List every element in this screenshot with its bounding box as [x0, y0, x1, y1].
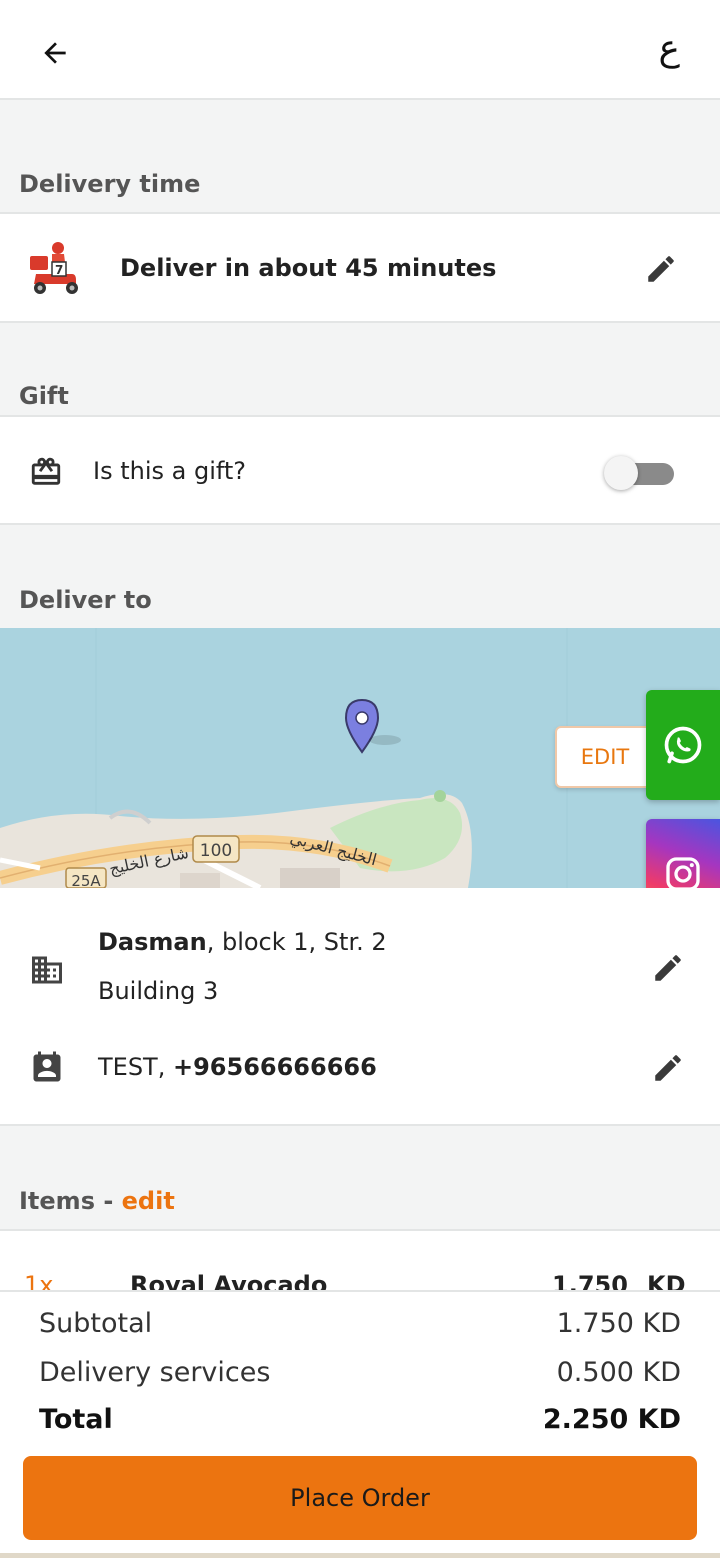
- delivery-fee-row: Delivery services 0.500 KD: [39, 1357, 681, 1388]
- whatsapp-button[interactable]: [646, 690, 720, 800]
- map-road-number-2: 25A: [71, 872, 101, 888]
- section-title-delivery-time: Delivery time: [19, 170, 201, 198]
- total-label: Total: [39, 1404, 113, 1435]
- checkout-screen: ع Delivery time 7 Deliver in about 45 mi…: [0, 0, 720, 1558]
- section-title-items: Items - edit: [19, 1187, 175, 1215]
- subtotal-value: 1.750 KD: [556, 1308, 681, 1339]
- gift-card-icon: [31, 457, 61, 485]
- map-pin-icon: [344, 698, 401, 754]
- total-row: Total 2.250 KD: [39, 1404, 681, 1435]
- address-line-1: Dasman, block 1, Str. 2: [98, 928, 387, 956]
- delivery-scooter-icon: 7: [30, 242, 78, 294]
- subtotal-row: Subtotal 1.750 KD: [39, 1308, 681, 1339]
- building-icon: [32, 956, 62, 984]
- place-order-button[interactable]: Place Order: [23, 1456, 697, 1540]
- contact-name: TEST,: [98, 1053, 173, 1081]
- contact-icon: [33, 1051, 61, 1082]
- map-edit-button[interactable]: EDIT: [555, 726, 655, 788]
- subtotal-label: Subtotal: [39, 1308, 153, 1339]
- edit-address-icon[interactable]: [651, 951, 685, 985]
- gift-toggle[interactable]: [604, 453, 674, 490]
- delivery-fee-value: 0.500 KD: [556, 1357, 681, 1388]
- delivery-time-card[interactable]: 7 Deliver in about 45 minutes: [0, 212, 720, 323]
- bottom-strip: [0, 1553, 720, 1558]
- address-card: Dasman, block 1, Str. 2 Building 3 TEST,…: [0, 888, 720, 1126]
- map-road-number: 100: [200, 841, 232, 861]
- edit-contact-icon[interactable]: [651, 1051, 685, 1085]
- section-title-deliver-to: Deliver to: [19, 586, 152, 614]
- back-button[interactable]: [30, 30, 80, 76]
- gift-card: Is this a gift?: [0, 415, 720, 525]
- contact-phone: +96566666666: [172, 1053, 377, 1081]
- top-app-bar: ع: [0, 0, 720, 100]
- arrow-left-icon: [44, 42, 66, 64]
- total-value: 2.250 KD: [542, 1404, 681, 1435]
- section-title-gift: Gift: [19, 382, 69, 410]
- delivery-time-text: Deliver in about 45 minutes: [120, 254, 497, 282]
- items-list: 1x Royal Avocado 1.750 KD: [0, 1229, 720, 1299]
- address-details: , block 1, Str. 2: [206, 928, 387, 956]
- items-edit-link[interactable]: edit: [122, 1187, 175, 1215]
- gift-question-label: Is this a gift?: [93, 457, 247, 485]
- address-area: Dasman: [98, 928, 207, 956]
- delivery-fee-label: Delivery services: [39, 1357, 271, 1388]
- contact-line: TEST, +96566666666: [98, 1053, 377, 1081]
- whatsapp-icon: [664, 726, 702, 764]
- svg-text:7: 7: [55, 263, 63, 277]
- gift-toggle-knob: [604, 456, 638, 490]
- address-line-2: Building 3: [98, 977, 219, 1005]
- items-title: Items -: [19, 1187, 122, 1215]
- language-toggle-button[interactable]: ع: [659, 28, 680, 69]
- edit-pencil-icon[interactable]: [644, 252, 678, 286]
